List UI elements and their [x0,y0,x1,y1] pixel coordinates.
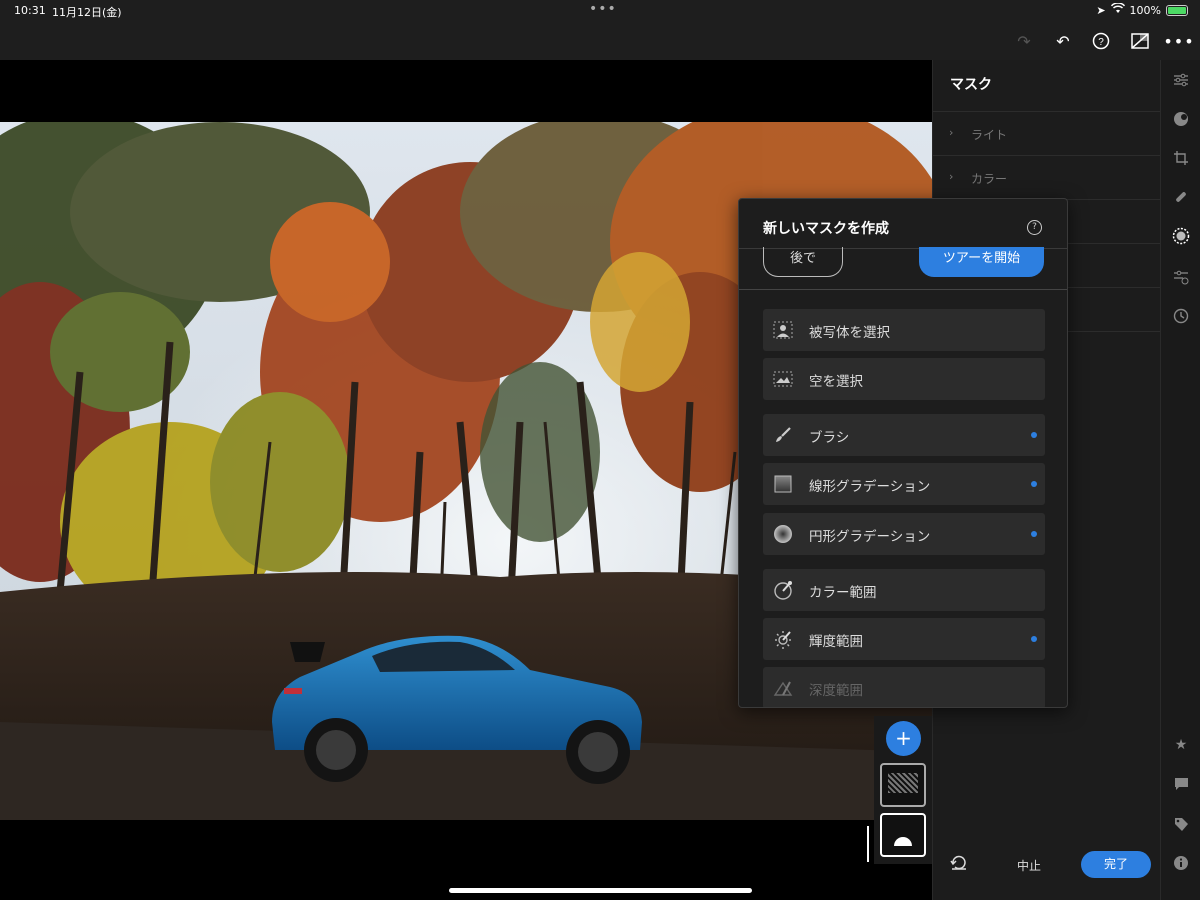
chevron-right-icon: › [949,126,954,139]
healing-icon[interactable] [1171,187,1191,207]
radial-gradient-icon [772,523,794,545]
status-date: 11月12日(金) [52,6,122,19]
done-button[interactable]: 完了 [1081,851,1151,878]
location-icon: ➤ [1096,3,1106,17]
new-mask-popup: 新しいマスクを作成 ? 後で ツアーを開始 被写体を選択 空を選択 ブラシ 線形… [738,198,1068,708]
slider-indicator[interactable] [867,826,869,862]
multitasking-dots[interactable]: ••• [589,1,617,17]
radial-gradient-item[interactable]: 円形グラデーション [763,513,1045,555]
svg-text:?: ? [1098,37,1104,48]
mask-thumbnail-2[interactable] [880,813,926,857]
luminance-range-icon [772,628,794,650]
home-indicator[interactable] [449,888,752,893]
status-time: 10:31 [14,4,46,17]
new-indicator-dot [1031,432,1037,438]
popup-divider [739,289,1067,290]
select-sky-item[interactable]: 空を選択 [763,358,1045,400]
start-tour-button[interactable]: ツアーを開始 [919,247,1044,277]
masking-icon[interactable] [1171,226,1191,246]
new-indicator-dot [1031,531,1037,537]
more-icon[interactable]: ••• [1163,30,1193,52]
top-toolbar: ↷ ↶ ? ••• [0,22,1200,60]
info-icon[interactable] [1171,853,1191,873]
add-mask-button[interactable]: + [886,721,921,756]
new-indicator-dot [1031,636,1037,642]
crop-icon[interactable] [1171,148,1191,168]
presets-icon[interactable] [1171,109,1191,129]
section-label: カラー [971,172,1008,186]
status-right: ➤ 100% [1096,2,1188,17]
star-icon[interactable]: ★ [1171,735,1191,755]
popup-title: 新しいマスクを作成 [763,221,889,237]
item-label: カラー範囲 [809,585,877,601]
history-icon[interactable] [1171,306,1191,326]
tool-icon-bar: ★ [1160,60,1200,900]
cancel-button[interactable]: 中止 [1017,857,1041,874]
status-bar: 10:31 11月12日(金) ••• ➤ 100% [0,0,1200,22]
color-range-icon [772,579,794,601]
item-label: 深度範囲 [809,683,863,699]
depth-range-icon [772,677,794,699]
luminance-range-item[interactable]: 輝度範囲 [763,618,1045,660]
item-label: 線形グラデーション [809,479,931,495]
brush-item[interactable]: ブラシ [763,414,1045,456]
section-light[interactable]: › ライト [933,111,1161,155]
versions-icon[interactable] [1171,267,1191,287]
compare-icon[interactable] [1129,30,1151,52]
wifi-icon [1110,2,1125,17]
undo-icon[interactable]: ↶ [1052,30,1074,52]
color-range-item[interactable]: カラー範囲 [763,569,1045,611]
item-label: ブラシ [809,430,850,446]
sky-icon [772,368,794,390]
comment-icon[interactable] [1171,774,1191,794]
linear-gradient-icon [772,473,794,495]
tag-icon[interactable] [1171,814,1191,834]
battery-percent: 100% [1129,3,1161,17]
help-icon[interactable]: ? [1090,30,1112,52]
mask-thumbnail-1[interactable] [880,763,926,807]
select-subject-item[interactable]: 被写体を選択 [763,309,1045,351]
depth-range-item[interactable]: 深度範囲 [763,667,1045,707]
item-label: 輝度範囲 [809,634,863,650]
linear-gradient-item[interactable]: 線形グラデーション [763,463,1045,505]
subject-icon [772,319,794,341]
new-indicator-dot [1031,481,1037,487]
popup-header: 新しいマスクを作成 ? [739,199,1067,249]
adjust-sliders-icon[interactable] [1171,70,1191,90]
item-label: 被写体を選択 [809,325,890,341]
battery-icon [1166,4,1188,16]
item-label: 空を選択 [809,374,863,390]
later-button[interactable]: 後で [763,247,843,277]
brush-icon [772,424,794,446]
section-label: ライト [971,128,1008,142]
section-color[interactable]: › カラー [933,155,1161,199]
chevron-right-icon: › [949,170,954,183]
redo-icon[interactable]: ↷ [1013,30,1035,52]
panel-title: マスク [950,77,992,93]
item-label: 円形グラデーション [809,529,931,545]
help-icon[interactable]: ? [1027,220,1042,235]
reset-icon[interactable] [950,855,968,875]
